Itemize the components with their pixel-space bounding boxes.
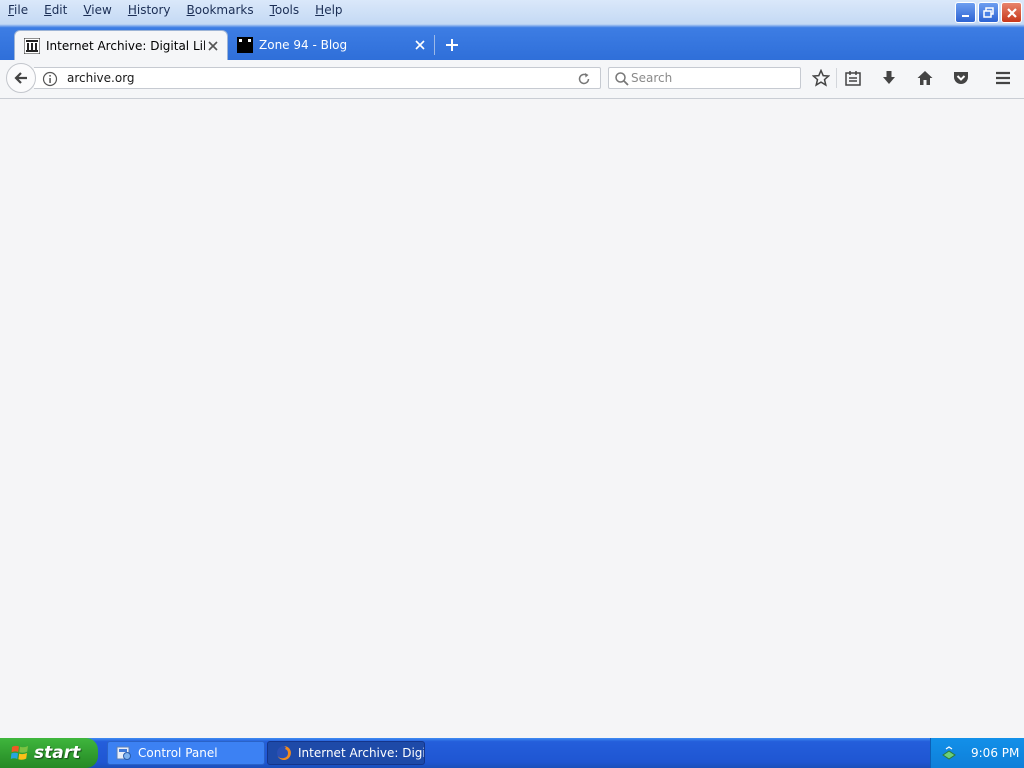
menu-bar: File Edit View History Bookmarks Tools H… bbox=[0, 0, 351, 22]
taskbar: start Control Panel Internet Archive: Di… bbox=[0, 738, 1024, 768]
menu-history-label: istory bbox=[136, 3, 171, 17]
tab-zone94-blog[interactable]: Zone 94 - Blog bbox=[228, 30, 434, 60]
menu-edit-accel: E bbox=[44, 3, 52, 17]
tab-close-button[interactable] bbox=[205, 38, 221, 54]
back-button[interactable] bbox=[6, 63, 36, 93]
taskbar-item-label: Internet Archive: Digi... bbox=[298, 746, 424, 760]
search-icon bbox=[615, 72, 629, 86]
menu-view-label: iew bbox=[91, 3, 112, 17]
menu-file[interactable]: File bbox=[0, 0, 36, 22]
search-input[interactable] bbox=[631, 69, 791, 87]
menu-edit[interactable]: Edit bbox=[36, 0, 75, 22]
toolbar-divider bbox=[836, 68, 837, 88]
menu-help[interactable]: Help bbox=[307, 0, 350, 22]
close-icon bbox=[415, 40, 425, 50]
url-text[interactable]: archive.org bbox=[67, 68, 135, 89]
menu-tools-label: ools bbox=[274, 3, 300, 17]
taskbar-item-firefox[interactable]: Internet Archive: Digi... bbox=[267, 741, 425, 765]
start-label: start bbox=[34, 743, 81, 763]
archive-icon bbox=[24, 37, 40, 54]
pocket-icon[interactable] bbox=[952, 69, 970, 87]
menu-tools[interactable]: Tools bbox=[262, 0, 308, 22]
minimize-icon bbox=[962, 15, 969, 17]
tab-strip: Internet Archive: Digital Libra... Zone … bbox=[0, 24, 1024, 60]
arrow-left-icon bbox=[14, 72, 27, 84]
system-tray: 9:06 PM bbox=[930, 738, 1024, 768]
menu-bookmarks[interactable]: Bookmarks bbox=[179, 0, 262, 22]
tab-title: Zone 94 - Blog bbox=[259, 38, 348, 52]
bookmarks-menu-icon[interactable] bbox=[844, 69, 862, 87]
hamburger-menu-icon[interactable] bbox=[994, 69, 1012, 87]
tab-title: Internet Archive: Digital Libra... bbox=[46, 38, 205, 53]
clock[interactable]: 9:06 PM bbox=[971, 746, 1019, 760]
firefox-icon bbox=[277, 746, 291, 760]
menu-bookmarks-label: ookmarks bbox=[194, 3, 254, 17]
title-bar: File Edit View History Bookmarks Tools H… bbox=[0, 0, 1024, 24]
tab-separator bbox=[434, 35, 435, 55]
restore-icon bbox=[983, 7, 994, 18]
network-icon[interactable] bbox=[941, 745, 957, 761]
close-icon bbox=[1006, 7, 1017, 18]
url-bar[interactable]: archive.org bbox=[34, 67, 601, 89]
menu-help-label: elp bbox=[324, 3, 343, 17]
minimize-button[interactable] bbox=[955, 2, 976, 23]
windows-logo-icon bbox=[10, 745, 28, 760]
window-controls bbox=[955, 2, 1022, 23]
menu-history[interactable]: History bbox=[120, 0, 179, 22]
control-panel-icon bbox=[116, 746, 131, 760]
tab-internet-archive[interactable]: Internet Archive: Digital Libra... bbox=[14, 30, 228, 60]
page-content[interactable] bbox=[0, 99, 1024, 738]
start-button[interactable]: start bbox=[0, 738, 98, 768]
close-window-button[interactable] bbox=[1001, 2, 1022, 23]
reload-icon[interactable] bbox=[576, 71, 592, 87]
menu-help-accel: H bbox=[315, 3, 325, 17]
tab-close-button[interactable] bbox=[412, 37, 428, 53]
home-icon[interactable] bbox=[916, 69, 934, 87]
menu-history-accel: H bbox=[127, 3, 137, 17]
info-icon[interactable] bbox=[42, 71, 58, 87]
close-icon bbox=[208, 40, 218, 51]
bookmark-star-icon[interactable] bbox=[812, 69, 830, 87]
download-icon[interactable] bbox=[880, 69, 898, 87]
search-box[interactable] bbox=[608, 67, 801, 89]
taskbar-item-label: Control Panel bbox=[138, 746, 218, 760]
restore-button[interactable] bbox=[978, 2, 999, 23]
new-tab-button[interactable] bbox=[443, 36, 461, 54]
taskbar-item-control-panel[interactable]: Control Panel bbox=[107, 741, 265, 765]
navigation-toolbar: archive.org bbox=[0, 60, 1024, 99]
menu-file-label: ile bbox=[14, 3, 29, 17]
menu-edit-label: dit bbox=[51, 3, 68, 17]
menu-view[interactable]: View bbox=[75, 0, 119, 22]
zone94-icon bbox=[237, 37, 253, 53]
menu-bookmarks-accel: B bbox=[186, 3, 195, 17]
